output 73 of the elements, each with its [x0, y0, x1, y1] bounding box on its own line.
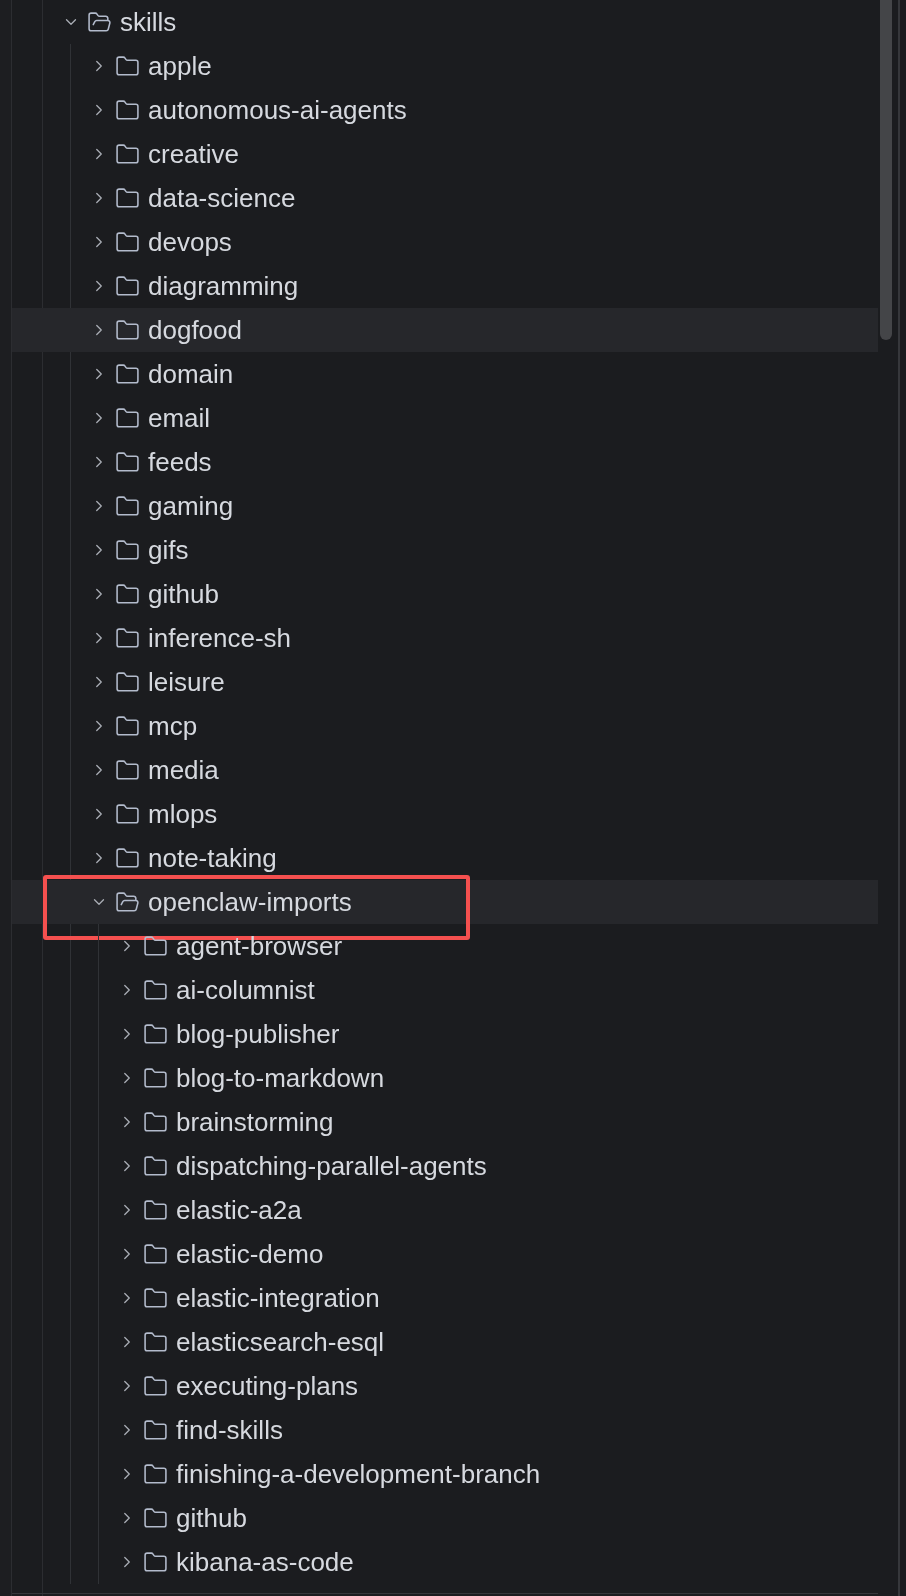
folder-icon — [143, 1153, 168, 1179]
folder-icon — [143, 1065, 168, 1091]
folder-icon — [115, 713, 140, 739]
folder-icon — [143, 1461, 168, 1487]
folder-icon — [143, 1417, 168, 1443]
tree-item[interactable]: elastic-integration — [12, 1276, 878, 1320]
folder-icon — [115, 405, 140, 431]
tree-item[interactable]: blog-publisher — [12, 1012, 878, 1056]
tree-item[interactable]: gaming — [12, 484, 878, 528]
folder-icon — [143, 1197, 168, 1223]
tree-item[interactable]: leisure — [12, 660, 878, 704]
tree-item[interactable]: find-skills — [12, 1408, 878, 1452]
folder-icon — [143, 933, 168, 959]
tree-item[interactable]: elastic-demo — [12, 1232, 878, 1276]
tree-item[interactable]: dogfood — [12, 308, 878, 352]
folder-icon — [115, 185, 140, 211]
tree-item[interactable]: ai-columnist — [12, 968, 878, 1012]
folder-icon — [115, 625, 140, 651]
folder-icon — [115, 757, 140, 783]
folder-icon — [115, 273, 140, 299]
folder-icon — [115, 449, 140, 475]
tree-item[interactable]: data-science — [12, 176, 878, 220]
folder-icon — [143, 1329, 168, 1355]
tree-item[interactable]: email — [12, 396, 878, 440]
tree-item[interactable]: agent-browser — [12, 924, 878, 968]
tree-item[interactable]: devops — [12, 220, 878, 264]
folder-icon — [143, 1505, 168, 1531]
folder-icon — [115, 97, 140, 123]
tree-item[interactable]: domain — [12, 352, 878, 396]
tree-item[interactable]: gifs — [12, 528, 878, 572]
tree-item[interactable]: note-taking — [12, 836, 878, 880]
tree-item[interactable]: mlops — [12, 792, 878, 836]
tree-item[interactable]: kibana-as-code — [12, 1540, 878, 1584]
tree-item[interactable]: executing-plans — [12, 1364, 878, 1408]
folder-icon — [115, 801, 140, 827]
folder-icon — [143, 1241, 168, 1267]
folder-icon — [115, 317, 140, 343]
folder-icon — [115, 581, 140, 607]
tree-item[interactable]: elasticsearch-esql — [12, 1320, 878, 1364]
folder-icon — [143, 977, 168, 1003]
folder-icon — [115, 229, 140, 255]
tree-item[interactable]: dispatching-parallel-agents — [12, 1144, 878, 1188]
folder-icon — [115, 361, 140, 387]
tree-item[interactable]: apple — [12, 44, 878, 88]
folder-icon — [143, 1373, 168, 1399]
folder-icon — [115, 53, 140, 79]
tree-item[interactable]: diagramming — [12, 264, 878, 308]
folder-icon — [115, 141, 140, 167]
tree-item[interactable]: finishing-a-development-branch — [12, 1452, 878, 1496]
tree-item[interactable]: github — [12, 572, 878, 616]
tree-item[interactable]: brainstorming — [12, 1100, 878, 1144]
open-folder-icon — [87, 9, 112, 35]
folder-icon — [143, 1285, 168, 1311]
open-folder-icon — [115, 889, 140, 915]
tree-item[interactable]: media — [12, 748, 878, 792]
tree-item[interactable]: blog-to-markdown — [12, 1056, 878, 1100]
folder-icon — [143, 1549, 168, 1575]
tree-item[interactable]: elastic-a2a — [12, 1188, 878, 1232]
tree-item[interactable]: github — [12, 1496, 878, 1540]
tree-item[interactable]: inference-sh — [12, 616, 878, 660]
scrollbar[interactable] — [880, 0, 892, 340]
tree-item[interactable]: feeds — [12, 440, 878, 484]
folder-icon — [115, 669, 140, 695]
tree-item[interactable]: skills — [12, 0, 878, 44]
folder-icon — [143, 1021, 168, 1047]
folder-icon — [115, 537, 140, 563]
folder-icon — [115, 845, 140, 871]
tree-item[interactable]: creative — [12, 132, 878, 176]
tree-item[interactable]: autonomous-ai-agents — [12, 88, 878, 132]
folder-icon — [115, 493, 140, 519]
tree-item[interactable]: openclaw-imports — [12, 880, 878, 924]
tree-item[interactable]: mcp — [12, 704, 878, 748]
folder-icon — [143, 1109, 168, 1135]
